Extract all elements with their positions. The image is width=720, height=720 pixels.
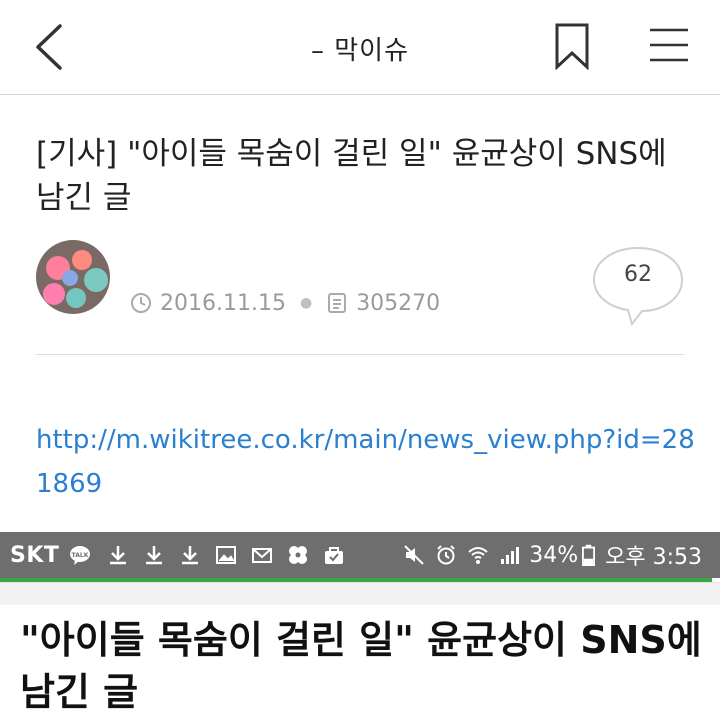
download-icon bbox=[146, 546, 163, 565]
lower-page-band bbox=[0, 582, 720, 605]
battery-icon bbox=[582, 544, 596, 566]
flower-icon bbox=[289, 546, 308, 564]
download-icon bbox=[110, 546, 127, 565]
article-title: [기사] "아이들 목숨이 걸린 일" 윤균상이 SNS에 남긴 글 bbox=[36, 136, 667, 216]
mail-icon bbox=[252, 548, 273, 563]
article-views: 305270 bbox=[356, 290, 441, 316]
overlay-article-title: "아이들 목숨이 걸린 일" 윤균상이 SNS에 남긴 글 bbox=[20, 618, 702, 714]
avatar-image bbox=[36, 240, 110, 314]
talk-icon: TALK bbox=[70, 546, 91, 565]
status-bar: SKT TALK 34% 오후 3:53 bbox=[0, 532, 720, 578]
carrier-label: SKT bbox=[10, 542, 60, 568]
image-icon bbox=[216, 546, 237, 564]
nav-title: – 막이슈 bbox=[310, 36, 410, 66]
signal-icon bbox=[501, 547, 520, 564]
top-nav-bar: – 막이슈 bbox=[0, 0, 720, 95]
hamburger-menu-icon bbox=[650, 28, 688, 62]
meta-separator: ● bbox=[299, 295, 313, 311]
views-icon bbox=[328, 293, 347, 313]
alarm-icon bbox=[437, 545, 455, 565]
article-meta: 2016.11.15 ● 305270 bbox=[130, 286, 440, 320]
menu-button[interactable] bbox=[648, 24, 690, 66]
avatar[interactable] bbox=[36, 240, 110, 314]
article-link[interactable]: http://m.wikitree.co.kr/main/news_view.p… bbox=[36, 418, 696, 506]
mute-icon bbox=[404, 545, 424, 565]
clock-time: 오후 3:53 bbox=[605, 545, 702, 570]
bookmark-button[interactable] bbox=[552, 22, 592, 71]
divider bbox=[36, 354, 684, 355]
wifi-icon bbox=[468, 547, 488, 564]
bookmark-icon bbox=[555, 23, 589, 71]
battery-percent: 34% bbox=[529, 542, 579, 568]
svg-text:TALK: TALK bbox=[72, 552, 89, 559]
download-icon bbox=[182, 546, 199, 565]
shopping-bag-icon bbox=[325, 547, 344, 564]
comment-count[interactable]: 62 bbox=[590, 262, 686, 287]
article-date: 2016.11.15 bbox=[160, 290, 286, 316]
clock-icon bbox=[131, 293, 151, 313]
